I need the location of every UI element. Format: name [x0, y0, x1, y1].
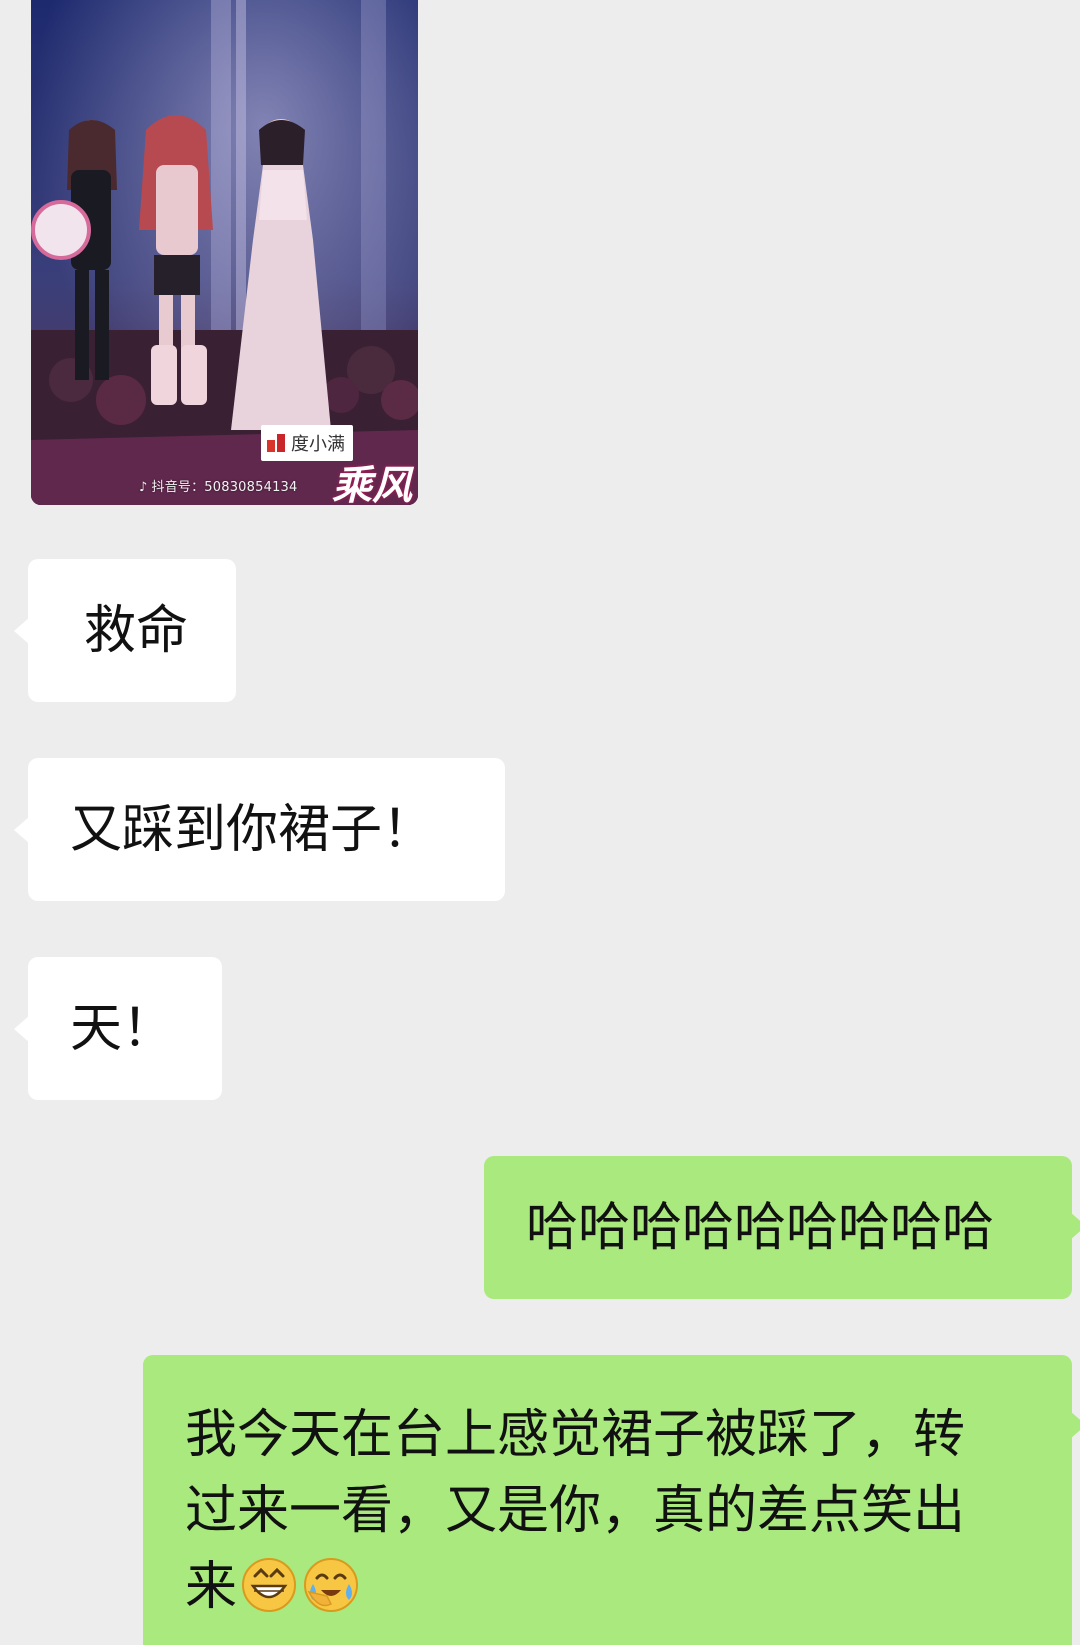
message-line-last: 来 — [185, 1549, 1032, 1625]
incoming-message-bubble[interactable]: 又踩到你裙子！ — [28, 758, 505, 901]
show-logo: 乘风 — [332, 463, 412, 505]
sponsor-logo-icon — [267, 434, 285, 452]
message-line-text: 来 — [185, 1557, 238, 1617]
grinning-face-icon — [242, 1558, 297, 1612]
image-message[interactable]: 度小满 乘风 ♪ 抖音号：50830854134 — [31, 0, 418, 505]
outgoing-message-bubble[interactable]: 我今天在台上感觉裙子被踩了，转 过来一看，又是你，真的差点笑出 来 — [143, 1355, 1080, 1645]
incoming-message-bubble[interactable]: 救命 — [28, 559, 236, 702]
crying-laughing-face-icon — [304, 1558, 359, 1612]
image-watermark: ♪ 抖音号：50830854134 — [139, 476, 297, 495]
tiktok-icon: ♪ — [139, 480, 148, 495]
message-text: 哈哈哈哈哈哈哈哈哈 — [526, 1197, 995, 1258]
watermark-text: 抖音号：50830854134 — [151, 480, 298, 495]
message-text: 天！ — [70, 998, 175, 1059]
message-line: 过来一看，又是你，真的差点笑出 — [185, 1481, 966, 1541]
message-text: 又踩到你裙子！ — [70, 799, 435, 860]
stage-photo — [31, 0, 418, 505]
chat-view: 度小满 乘风 ♪ 抖音号：50830854134 救命 又踩到你裙子！ 天！ 哈哈… — [0, 0, 1080, 1645]
incoming-message-bubble[interactable]: 天！ — [28, 957, 222, 1100]
message-line: 我今天在台上感觉裙子被踩了，转 — [185, 1405, 966, 1465]
message-text: 救命 — [84, 600, 189, 661]
outgoing-message-bubble[interactable]: 哈哈哈哈哈哈哈哈哈 — [484, 1156, 1080, 1299]
